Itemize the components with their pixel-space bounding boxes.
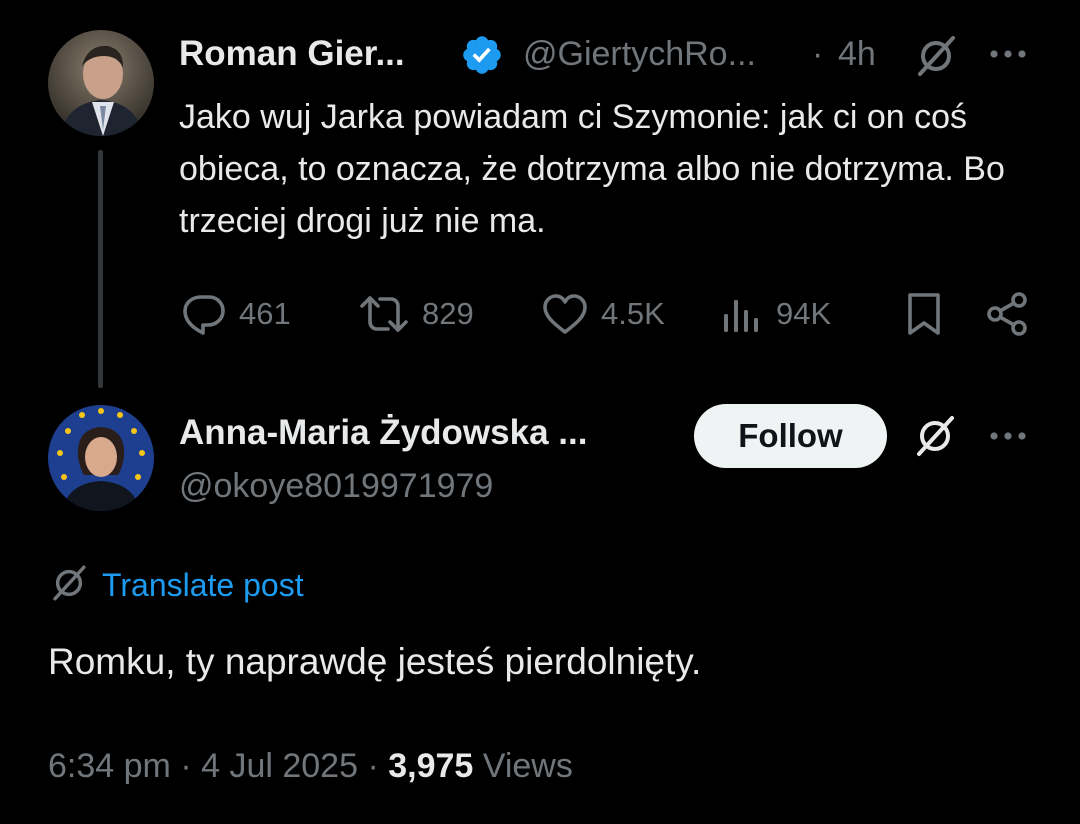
- verified-badge-icon: [460, 33, 504, 77]
- reply-author-avatar[interactable]: [48, 405, 154, 511]
- reply-text: Romku, ty naprawdę jesteś pierdolnięty.: [48, 641, 702, 682]
- separator-dot: ·: [180, 747, 192, 785]
- translate-label: Translate post: [102, 567, 304, 603]
- views-label: Views: [482, 747, 573, 785]
- post-footer: 6:34 pm · 4 Jul 2025 · 3,975 Views: [48, 747, 573, 786]
- more-icon[interactable]: [988, 44, 1028, 69]
- thread-connector-line: [98, 150, 103, 388]
- views-button[interactable]: 94K: [720, 292, 831, 336]
- translate-post-link[interactable]: Translate post: [48, 562, 304, 609]
- reply-author-handle[interactable]: @okoye8019971979: [179, 467, 493, 506]
- reply-icon: [181, 292, 227, 336]
- post-time[interactable]: 6:34 pm: [48, 747, 171, 785]
- repost-icon: [358, 292, 410, 336]
- like-icon: [541, 292, 589, 336]
- separator-dot: ·: [812, 35, 824, 73]
- like-button[interactable]: 4.5K: [541, 292, 665, 336]
- reply-count: 461: [239, 296, 291, 331]
- translate-icon: [48, 562, 90, 609]
- like-count: 4.5K: [601, 296, 665, 331]
- more-icon[interactable]: [988, 426, 1028, 451]
- share-icon[interactable]: [984, 290, 1030, 343]
- follow-button[interactable]: Follow: [694, 404, 887, 468]
- grok-icon[interactable]: [911, 412, 959, 465]
- bookmark-icon[interactable]: [902, 290, 946, 343]
- repost-count: 829: [422, 296, 474, 331]
- post-text: Jako wuj Jarka powiadam ci Szymonie: jak…: [179, 98, 1005, 240]
- views-icon: [720, 292, 764, 336]
- separator-dot: ·: [367, 747, 379, 785]
- views-total: 3,975: [388, 747, 474, 785]
- author-name[interactable]: Roman Gier...: [179, 34, 405, 74]
- author-avatar[interactable]: [48, 30, 154, 136]
- author-handle[interactable]: @GiertychRo...: [523, 35, 756, 74]
- post-time[interactable]: 4h: [838, 35, 876, 74]
- views-count: 94K: [776, 296, 832, 331]
- reply-author-name[interactable]: Anna-Maria Żydowska ...: [179, 413, 587, 453]
- post-date[interactable]: 4 Jul 2025: [201, 747, 358, 785]
- grok-icon[interactable]: [912, 32, 960, 85]
- reply-button[interactable]: 461: [181, 292, 291, 336]
- repost-button[interactable]: 829: [358, 292, 474, 336]
